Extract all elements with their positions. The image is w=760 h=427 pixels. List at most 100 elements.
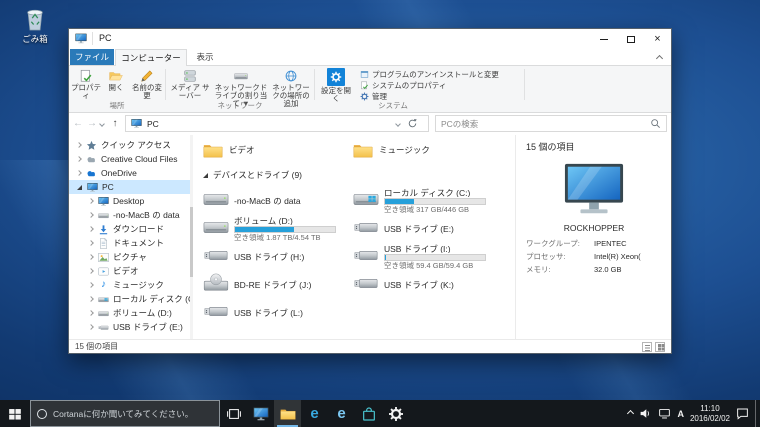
- items-count: 15 個の項目: [526, 142, 575, 152]
- nav-item-pc[interactable]: PC: [69, 180, 193, 194]
- open-settings-button[interactable]: 設定を開く: [318, 68, 354, 103]
- scrollbar[interactable]: [190, 135, 193, 339]
- chevron-right-icon: [88, 212, 94, 218]
- details-view-button[interactable]: [642, 341, 652, 352]
- search-icon: [650, 118, 661, 129]
- recycle-bin[interactable]: ごみ箱: [12, 6, 58, 45]
- search-box[interactable]: [435, 115, 667, 132]
- network-drive-icon: [234, 69, 248, 83]
- system-properties-button[interactable]: システムのプロパティ: [360, 80, 446, 91]
- recent-locations-button[interactable]: [99, 121, 105, 127]
- drives-grid: -no-MacB の data ローカル ディスク (C:) 空き領域 317 …: [203, 186, 513, 326]
- folder-item-music[interactable]: ミュージック: [353, 139, 503, 161]
- drive-item-k[interactable]: USB ドライブ (K:): [353, 270, 503, 298]
- tab-file[interactable]: ファイル: [70, 49, 114, 65]
- cortana-input[interactable]: [53, 408, 213, 419]
- nav-item-onedrive[interactable]: OneDrive: [69, 166, 193, 180]
- nav-item-music[interactable]: ♪ ミュージック: [69, 278, 193, 292]
- drive-item-data[interactable]: -no-MacB の data: [203, 186, 353, 214]
- minimize-button[interactable]: [590, 29, 617, 49]
- capacity-bar-fill: [385, 255, 386, 260]
- access-media-button[interactable]: メディア サーバー: [168, 68, 212, 102]
- nav-item-quick-access[interactable]: クイック アクセス: [69, 138, 193, 152]
- capacity-bar: [234, 226, 336, 233]
- cortana-search[interactable]: [30, 400, 220, 427]
- start-button[interactable]: [0, 400, 30, 427]
- taskbar-app-store[interactable]: [355, 400, 382, 427]
- nav-item-documents[interactable]: ドキュメント: [69, 236, 193, 250]
- taskbar-app-ie[interactable]: e: [328, 400, 355, 427]
- tray-expand-icon[interactable]: [627, 409, 635, 418]
- add-network-location-button[interactable]: ネットワークの場所の追加: [270, 68, 312, 108]
- folder-icon: [353, 143, 373, 158]
- tab-computer[interactable]: コンピューター: [115, 49, 187, 66]
- collapse-ribbon-button[interactable]: [654, 54, 664, 62]
- nav-item-data-drive[interactable]: -no-MacB の data: [69, 208, 193, 222]
- back-button[interactable]: ←: [71, 117, 85, 131]
- pc-icon: [87, 182, 98, 193]
- nav-item-videos[interactable]: ビデオ: [69, 264, 193, 278]
- drive-item-i[interactable]: USB ドライブ (I:) 空き領域 59.4 GB/59.4 GB: [353, 242, 503, 270]
- nav-item-creative-cloud[interactable]: Creative Cloud Files: [69, 152, 193, 166]
- access-media-label: メディア サーバー: [170, 83, 210, 100]
- open-button[interactable]: 開く: [102, 68, 130, 102]
- drive-item-h[interactable]: USB ドライブ (H:): [203, 242, 353, 270]
- address-toolbar: ← → ↑ PC: [69, 113, 671, 135]
- map-network-drive-button[interactable]: ネットワークドライブの割り当て ▼: [214, 68, 268, 108]
- titlebar[interactable]: PC ×: [69, 29, 671, 49]
- capacity-bar: [384, 198, 486, 205]
- uninstall-program-button[interactable]: プログラムのアンインストールと変更: [360, 69, 499, 80]
- clock[interactable]: 11:10 2016/02/02: [690, 404, 730, 423]
- drive-item-l[interactable]: USB ドライブ (L:): [203, 298, 353, 326]
- free-space-label: 空き領域 1.87 TB/4.54 TB: [234, 233, 321, 242]
- large-icons-view-button[interactable]: [655, 341, 665, 352]
- capacity-bar-fill: [385, 199, 414, 204]
- up-button[interactable]: ↑: [108, 117, 122, 131]
- taskbar-app-explorer[interactable]: [274, 400, 301, 427]
- section-header-devices[interactable]: デバイスとドライブ (9): [203, 169, 513, 181]
- taskbar-app-monitor[interactable]: [247, 400, 274, 427]
- properties-button[interactable]: プロパティ: [71, 68, 101, 102]
- folder-item-videos[interactable]: ビデオ: [203, 139, 353, 161]
- search-input[interactable]: [441, 118, 650, 129]
- address-dropdown-icon[interactable]: [395, 120, 401, 127]
- close-button[interactable]: ×: [644, 29, 671, 49]
- usb-drive-icon: [98, 322, 109, 333]
- nav-item-downloads[interactable]: ダウンロード: [69, 222, 193, 236]
- refresh-icon[interactable]: [407, 118, 418, 129]
- rename-button[interactable]: 名前の変更: [131, 68, 163, 102]
- scrollbar-thumb[interactable]: [190, 207, 193, 277]
- titlebar-divider: [92, 32, 93, 45]
- caption-buttons: ×: [590, 29, 671, 49]
- drive-item-c[interactable]: ローカル ディスク (C:) 空き領域 317 GB/446 GB: [353, 186, 503, 214]
- drive-item-j[interactable]: BD-RE ドライブ (J:): [203, 270, 353, 298]
- tab-view[interactable]: 表示: [188, 49, 222, 65]
- ime-indicator[interactable]: A: [677, 409, 684, 419]
- drive-item-e[interactable]: USB ドライブ (E:): [353, 214, 503, 242]
- address-bar[interactable]: PC: [125, 115, 429, 132]
- drive-icon: [203, 189, 229, 209]
- action-center-icon[interactable]: [736, 407, 749, 420]
- breadcrumb[interactable]: PC: [147, 119, 396, 129]
- taskbar-app-settings[interactable]: [382, 400, 409, 427]
- chevron-right-icon: [88, 198, 94, 204]
- ribbon: プロパティ 開く 名前の変更 場所 メディア サーバー ネットワークドライブの割…: [69, 65, 671, 113]
- nav-item-pictures[interactable]: ピクチャ: [69, 250, 193, 264]
- forward-button[interactable]: →: [85, 117, 99, 131]
- taskbar-app-edge[interactable]: e: [301, 400, 328, 427]
- volume-icon[interactable]: [639, 407, 652, 420]
- show-desktop-button[interactable]: [755, 400, 758, 427]
- nav-item-desktop[interactable]: Desktop: [69, 194, 193, 208]
- drive-item-d[interactable]: ボリューム (D:) 空き領域 1.87 TB/4.54 TB: [203, 214, 353, 242]
- maximize-button[interactable]: [617, 29, 644, 49]
- music-note-icon: ♪: [101, 279, 106, 290]
- nav-item-volume-d[interactable]: ボリューム (D:): [69, 306, 193, 320]
- system-properties-label: システムのプロパティ: [372, 81, 447, 90]
- group-divider: [524, 69, 525, 100]
- recycle-bin-label: ごみ箱: [22, 34, 48, 44]
- nav-item-usb-e[interactable]: USB ドライブ (E:): [69, 320, 193, 334]
- task-view-button[interactable]: [220, 400, 247, 427]
- open-label: 開く: [108, 83, 124, 92]
- nav-item-local-disk-c[interactable]: ローカル ディスク (C:): [69, 292, 193, 306]
- network-icon[interactable]: [658, 407, 671, 420]
